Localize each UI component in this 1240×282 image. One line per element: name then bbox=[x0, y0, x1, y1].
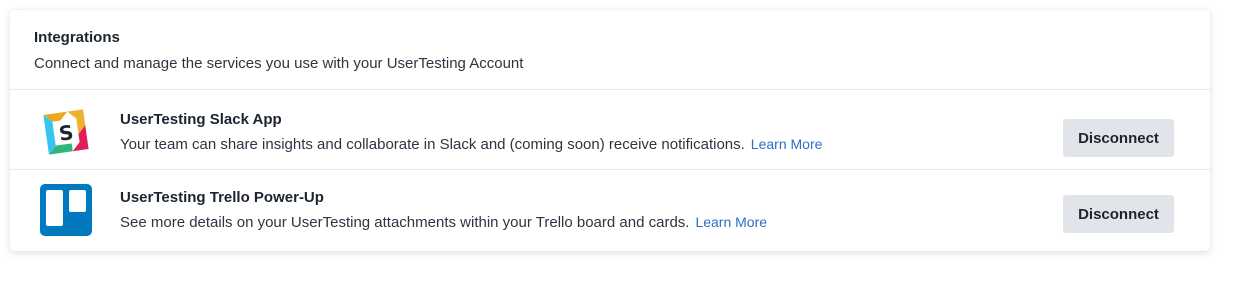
learn-more-link[interactable]: Learn More bbox=[751, 136, 823, 152]
slack-icon: S bbox=[40, 106, 92, 158]
integration-row-trello: UserTesting Trello Power-Up See more det… bbox=[10, 170, 1210, 250]
integration-description: See more details on your UserTesting att… bbox=[120, 213, 767, 232]
disconnect-button[interactable]: Disconnect bbox=[1063, 195, 1174, 233]
learn-more-link[interactable]: Learn More bbox=[695, 214, 767, 230]
integration-title: UserTesting Trello Power-Up bbox=[120, 189, 324, 206]
trello-icon bbox=[40, 184, 92, 236]
integration-description-text: See more details on your UserTesting att… bbox=[120, 214, 690, 231]
integration-row-slack: S UserTesting Slack App Your team can sh… bbox=[10, 90, 1210, 170]
integration-description: Your team can share insights and collabo… bbox=[120, 135, 822, 154]
page-title: Integrations bbox=[34, 29, 120, 46]
integrations-card: Integrations Connect and manage the serv… bbox=[10, 10, 1210, 251]
integrations-header: Integrations Connect and manage the serv… bbox=[10, 10, 1210, 90]
integration-title: UserTesting Slack App bbox=[120, 111, 282, 128]
integration-description-text: Your team can share insights and collabo… bbox=[120, 136, 745, 153]
disconnect-button[interactable]: Disconnect bbox=[1063, 119, 1174, 157]
page-subtitle: Connect and manage the services you use … bbox=[34, 55, 524, 72]
